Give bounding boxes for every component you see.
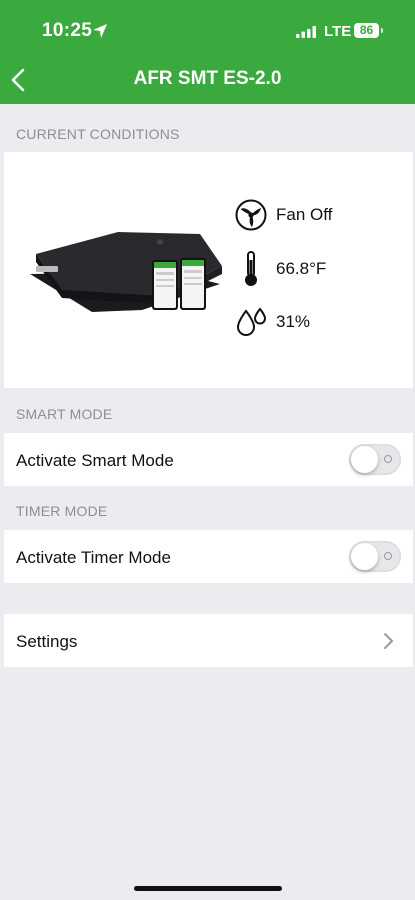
humidity-row: 31%: [234, 305, 310, 339]
page-title: AFR SMT ES-2.0: [133, 68, 282, 89]
section-header-smart-mode: SMART MODE: [16, 406, 113, 422]
chevron-right-icon: [384, 633, 393, 649]
timer-mode-toggle[interactable]: [349, 541, 401, 572]
network-type: LTE: [324, 23, 352, 40]
home-indicator: [134, 886, 282, 891]
smart-mode-toggle[interactable]: [349, 444, 401, 475]
fan-status-text: Fan Off: [276, 205, 333, 224]
status-time: 10:25: [42, 20, 93, 41]
section-header-timer-mode: TIMER MODE: [16, 503, 108, 519]
attic-fan-product-image: [30, 232, 222, 312]
cellular-signal-icon: [296, 26, 316, 38]
fan-icon: [234, 198, 268, 232]
section-header-current-conditions: CURRENT CONDITIONS: [16, 126, 180, 142]
timer-mode-row: Activate Timer Mode: [4, 530, 413, 583]
toggle-knob: [351, 543, 378, 570]
battery-level: 86: [359, 23, 374, 37]
thermometer-icon: [234, 251, 268, 286]
toggle-knob: [351, 446, 378, 473]
location-arrow-icon: [93, 24, 107, 38]
smart-mode-label: Activate Smart Mode: [16, 451, 174, 470]
settings-label: Settings: [16, 632, 78, 651]
temperature-text: 66.8°F: [276, 259, 327, 278]
conditions-card: Fan Off 66.8°F 31%: [4, 152, 413, 388]
battery-tip: [381, 28, 383, 33]
fan-status-row: Fan Off: [234, 198, 332, 232]
toggle-off-indicator: [384, 455, 392, 463]
humidity-text: 31%: [276, 312, 311, 331]
smart-mode-row: Activate Smart Mode: [4, 433, 413, 486]
settings-row[interactable]: Settings: [4, 614, 413, 667]
temperature-row: 66.8°F: [234, 251, 327, 286]
battery-icon: 86: [354, 23, 379, 38]
toggle-off-indicator: [384, 552, 392, 560]
timer-mode-label: Activate Timer Mode: [16, 548, 171, 567]
humidity-droplets-icon: [234, 305, 268, 339]
app-header: 10:25 LTE 86 AFR SMT ES-2.0: [0, 0, 415, 104]
